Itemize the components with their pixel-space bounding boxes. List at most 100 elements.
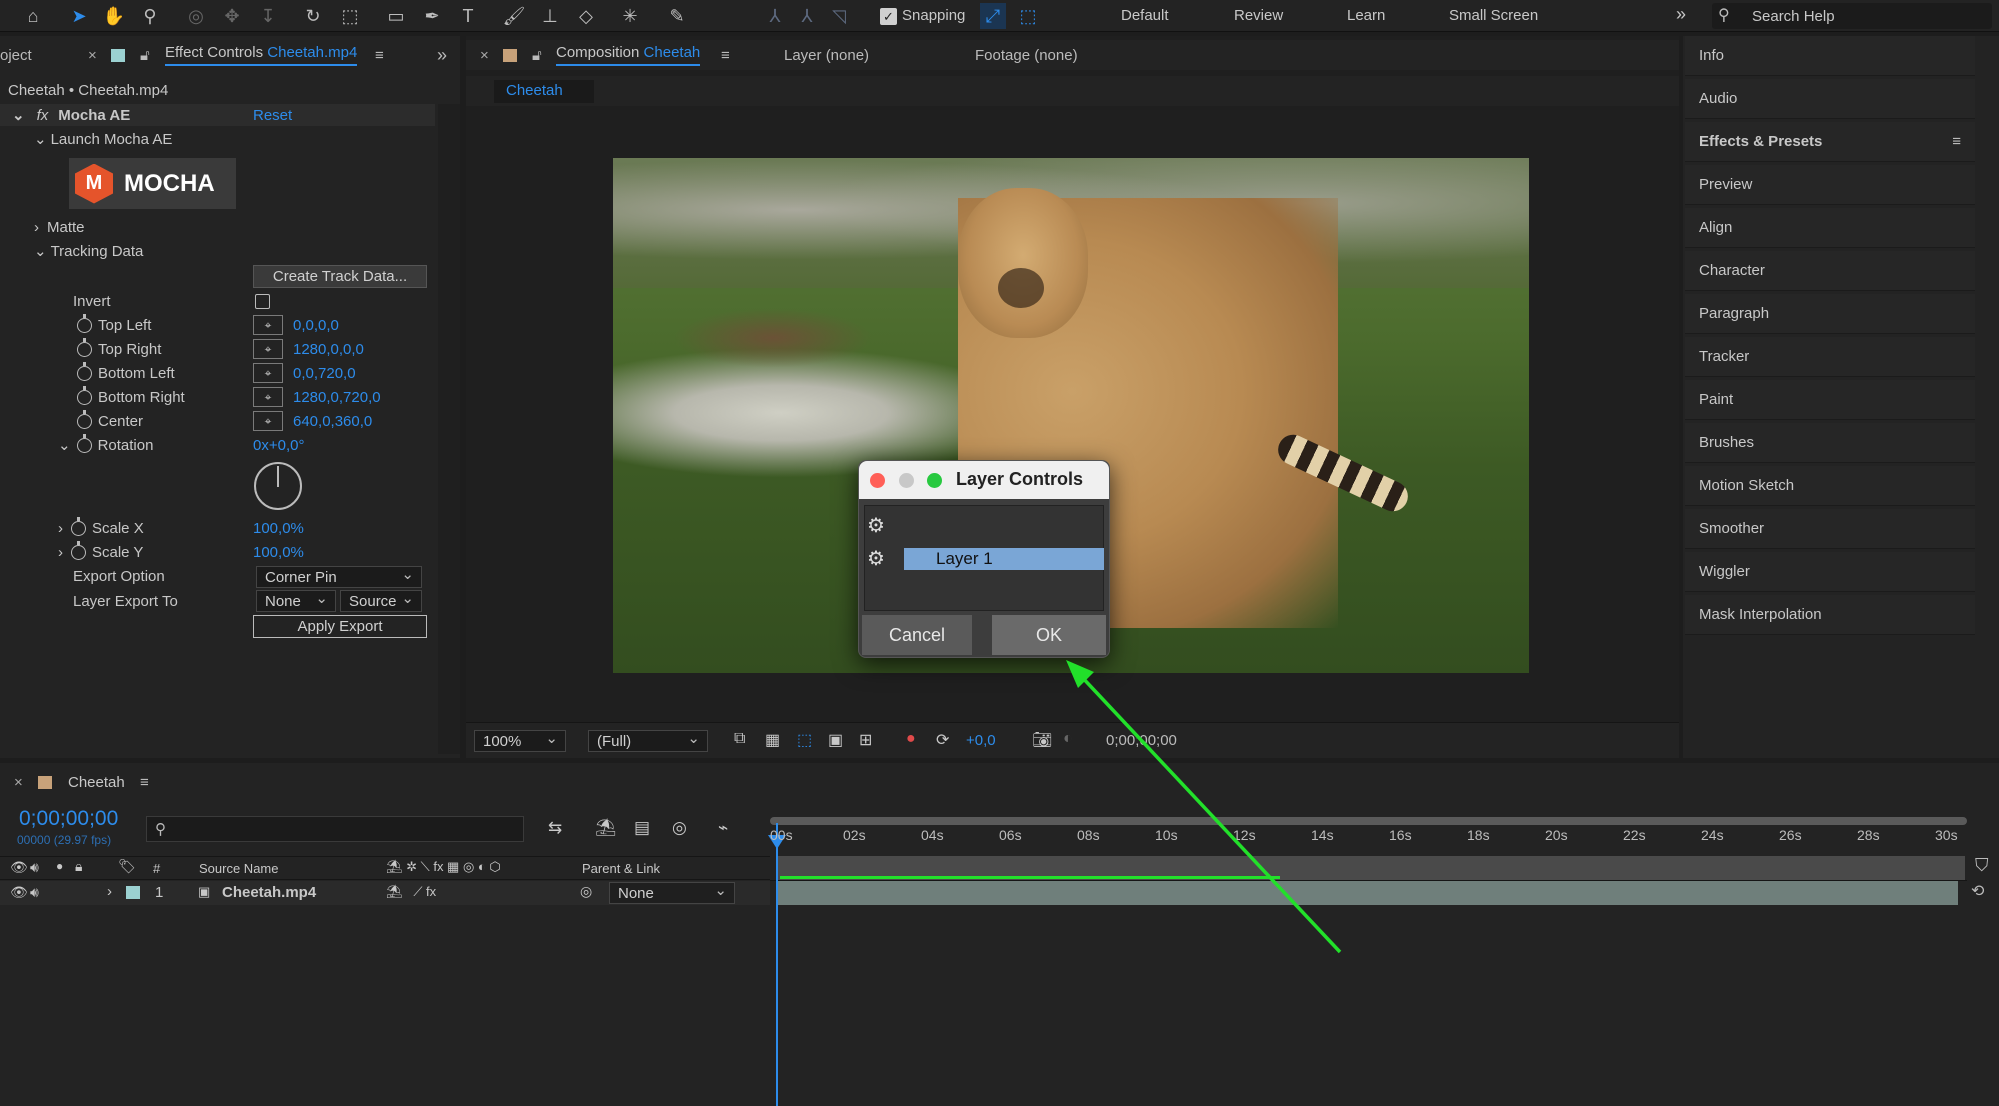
graph-editor-icon[interactable]: ⌁ — [718, 818, 728, 838]
tab-effect-controls[interactable]: Effect Controls Cheetah.mp4 — [165, 44, 358, 66]
chevron-right-icon[interactable]: › — [58, 520, 63, 537]
crosshair-icon[interactable]: ⌖ — [253, 411, 283, 431]
panel-mask-interpolation[interactable]: Mask Interpolation — [1685, 595, 1975, 635]
pan-behind-tool-icon[interactable]: ⬚ — [337, 3, 363, 29]
panel-paragraph[interactable]: Paragraph — [1685, 294, 1975, 334]
param-bottom-left-value[interactable]: ⌖ 0,0,720,0 — [253, 361, 356, 385]
stopwatch-icon[interactable] — [77, 361, 92, 381]
chevron-right-icon[interactable]: › — [58, 544, 63, 561]
layer-export-select[interactable]: None — [256, 589, 336, 612]
reset-exposure-icon[interactable]: ⟳ — [936, 730, 949, 750]
chevron-down-icon[interactable]: ⌄ — [34, 130, 47, 148]
chevron-down-icon[interactable]: ⌄ — [12, 106, 25, 124]
param-value[interactable]: 1280,0,720,0 — [293, 389, 381, 406]
scale-x-value[interactable]: 100,0% — [253, 516, 304, 540]
comp-marker-bin-icon[interactable]: ⛉ — [1975, 855, 1989, 876]
panel-menu-icon[interactable]: ≡ — [375, 47, 384, 64]
crosshair-icon[interactable]: ⌖ — [253, 363, 283, 383]
zoom-tool-icon[interactable]: ⚲ — [137, 3, 163, 29]
selection-tool-icon[interactable]: ➤ — [66, 3, 92, 29]
panel-tracker[interactable]: Tracker — [1685, 337, 1975, 377]
panel-menu-icon[interactable]: ≡ — [140, 774, 149, 791]
layer-list-item-selected[interactable]: Layer 1 — [904, 548, 1104, 570]
eye-icon[interactable]: 👁︎ — [10, 859, 28, 876]
composition-mini-flowchart-icon[interactable]: ⇆ — [548, 818, 562, 838]
layer-duration-bar[interactable] — [776, 881, 1958, 905]
eye-icon[interactable]: 👁︎ — [10, 884, 28, 901]
tab-layer[interactable]: Layer (none) — [784, 47, 869, 64]
column-source-name[interactable]: Source Name — [199, 861, 278, 876]
expand-panel-icon[interactable]: » — [437, 45, 447, 66]
effect-row[interactable]: ⌄ fx Mocha AE — [12, 103, 130, 127]
param-value[interactable]: 640,0,360,0 — [293, 413, 372, 430]
channel-icon[interactable]: ● — [906, 730, 916, 748]
rotation-dial[interactable] — [254, 462, 302, 510]
stopwatch-icon[interactable] — [77, 409, 92, 429]
tab-project[interactable]: oject — [0, 47, 32, 64]
panel-motion-sketch[interactable]: Motion Sketch — [1685, 466, 1975, 506]
param-bottom-right-value[interactable]: ⌖ 1280,0,720,0 — [253, 385, 381, 409]
pen-tool-icon[interactable]: ✒ — [419, 3, 445, 29]
tab-footage[interactable]: Footage (none) — [975, 47, 1078, 64]
apply-export-button[interactable]: Apply Export — [253, 615, 427, 638]
scale-y-value[interactable]: 100,0% — [253, 540, 304, 564]
clone-stamp-icon[interactable]: ⊥ — [537, 3, 563, 29]
exposure-value[interactable]: +0,0 — [966, 732, 996, 749]
close-window-button[interactable] — [870, 473, 885, 488]
audio-icon[interactable]: 🔊︎ — [30, 859, 39, 876]
invert-checkbox[interactable] — [255, 294, 270, 309]
search-help-input[interactable]: Search Help — [1752, 8, 1835, 25]
tracking-data-row[interactable]: ⌄ Tracking Data — [34, 239, 143, 263]
export-option-select[interactable]: Corner Pin — [256, 565, 422, 588]
effect-controls-scrollbar[interactable] — [438, 104, 460, 754]
axis-world-icon[interactable]: ⅄ — [794, 3, 820, 29]
grid-guides-icon[interactable]: ⊞ — [859, 730, 872, 750]
stopwatch-icon[interactable] — [77, 385, 92, 405]
stopwatch-icon[interactable] — [71, 516, 86, 536]
tab-composition[interactable]: Composition Cheetah — [556, 44, 701, 66]
orbit-camera-icon[interactable]: ◎ — [183, 3, 209, 29]
cancel-button[interactable]: Cancel — [862, 615, 972, 655]
layer-name[interactable]: Cheetah.mp4 — [222, 884, 316, 901]
panel-menu-icon[interactable]: ≡ — [1952, 133, 1961, 150]
mask-visibility-icon[interactable]: ⬚ — [797, 730, 812, 750]
roto-brush-icon[interactable]: ✳ — [617, 3, 643, 29]
fx-icon[interactable]: fx — [37, 107, 49, 124]
show-snapshot-icon[interactable]: ◐ — [1063, 730, 1073, 748]
stopwatch-icon[interactable] — [71, 540, 86, 560]
more-workspaces-icon[interactable]: » — [1676, 4, 1686, 25]
lock-icon[interactable]: 🔓︎ — [140, 47, 150, 64]
timeline-tab[interactable]: Cheetah — [68, 774, 125, 791]
mocha-launch-button[interactable]: M MOCHA — [69, 158, 236, 209]
chevron-down-icon[interactable]: ⌄ — [34, 242, 47, 260]
chevron-right-icon[interactable]: › — [107, 883, 112, 900]
param-value[interactable]: 1280,0,0,0 — [293, 341, 364, 358]
panel-info[interactable]: Info — [1685, 36, 1975, 76]
home-icon[interactable]: ⌂ — [20, 3, 46, 29]
reset-link[interactable]: Reset — [253, 103, 292, 127]
label-tag-icon[interactable]: 🏷︎ — [118, 858, 136, 875]
navigator-bar[interactable] — [770, 817, 1967, 825]
puppet-pin-icon[interactable]: ✎ — [664, 3, 690, 29]
zoom-select[interactable]: 100% — [474, 729, 566, 752]
workspace-review[interactable]: Review — [1234, 7, 1283, 24]
panel-character[interactable]: Character — [1685, 251, 1975, 291]
panel-paint[interactable]: Paint — [1685, 380, 1975, 420]
snapping-checkbox[interactable]: ✓ — [880, 8, 897, 25]
ok-button[interactable]: OK — [992, 615, 1106, 655]
crosshair-icon[interactable]: ⌖ — [253, 315, 283, 335]
transparency-grid-icon[interactable]: ▦ — [765, 730, 780, 750]
stopwatch-icon[interactable] — [76, 433, 92, 453]
gear-icon[interactable]: ⚙ — [867, 546, 885, 571]
fast-previews-icon[interactable]: ⧉ — [734, 730, 745, 748]
label-color-swatch[interactable] — [126, 886, 140, 899]
zoom-window-button[interactable] — [927, 473, 942, 488]
timeline-layer-row[interactable]: 👁︎ 🔊︎ › 1 ▣ Cheetah.mp4 ⛱ ⟋ fx ◎ None — [0, 881, 770, 905]
param-top-right-value[interactable]: ⌖ 1280,0,0,0 — [253, 337, 364, 361]
workspace-small-screen[interactable]: Small Screen — [1449, 7, 1538, 24]
rotate-tool-icon[interactable]: ↻ — [300, 3, 326, 29]
audio-icon[interactable]: 🔊︎ — [30, 884, 39, 901]
stopwatch-icon[interactable] — [77, 337, 92, 357]
rectangle-tool-icon[interactable]: ▭ — [383, 3, 409, 29]
close-tab-icon[interactable]: × — [14, 774, 23, 791]
